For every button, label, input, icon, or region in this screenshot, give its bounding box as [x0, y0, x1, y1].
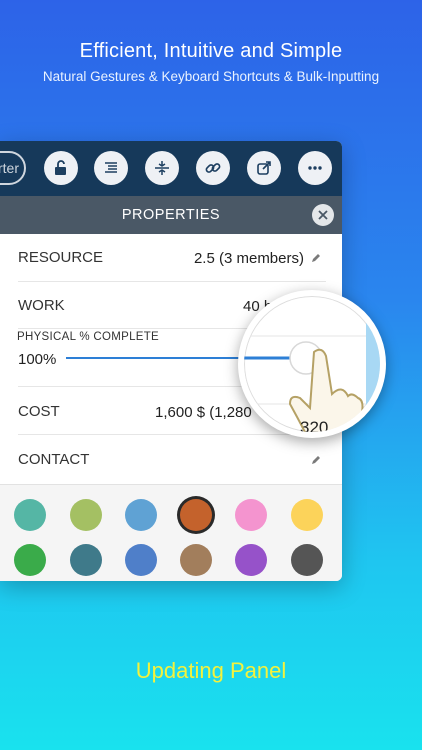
physical-complete-label: PHYSICAL % COMPLETE [17, 331, 160, 343]
toolbar: rter [0, 141, 342, 196]
contact-label: CONTACT [18, 451, 90, 468]
color-palette [0, 484, 342, 581]
pencil-icon[interactable] [310, 252, 322, 264]
cost-label: COST [18, 403, 60, 420]
color-swatch[interactable] [180, 499, 212, 531]
color-swatch[interactable] [125, 544, 157, 576]
color-swatch[interactable] [291, 544, 323, 576]
work-label: WORK [18, 297, 65, 314]
color-swatch[interactable] [291, 499, 323, 531]
link-button[interactable] [196, 151, 230, 185]
indent-icon [105, 162, 117, 173]
indent-button[interactable] [94, 151, 128, 185]
color-swatch[interactable] [70, 499, 102, 531]
resource-label: RESOURCE [18, 249, 104, 266]
physical-complete-value: 100% [18, 351, 57, 368]
magnifier-lens: 320 [238, 290, 386, 438]
headline-title: Efficient, Intuitive and Simple [79, 40, 343, 62]
external-link-icon [257, 161, 271, 175]
contact-row[interactable]: CONTACT [18, 435, 326, 482]
resource-row[interactable]: RESOURCE 2.5 (3 members) [18, 234, 326, 282]
properties-header: PROPERTIES [0, 196, 342, 234]
resource-value: 2.5 (3 members) [193, 250, 304, 267]
magnified-cost-value: 320 [300, 418, 329, 437]
cost-value: 1,600 $ (1,280 [155, 404, 252, 421]
external-link-button[interactable] [247, 151, 281, 185]
close-button[interactable] [312, 204, 334, 226]
color-swatch[interactable] [70, 544, 102, 576]
split-button[interactable] [145, 151, 179, 185]
headline-subtitle: Natural Gestures & Keyboard Shortcuts & … [42, 69, 380, 84]
magnified-slider [244, 296, 380, 432]
pencil-icon[interactable] [310, 454, 322, 466]
color-swatch[interactable] [14, 499, 46, 531]
link-icon [205, 163, 221, 173]
unlock-icon [55, 160, 66, 175]
more-button[interactable] [298, 151, 332, 185]
color-swatch[interactable] [14, 544, 46, 576]
color-swatch[interactable] [125, 499, 157, 531]
caption: Updating Panel [135, 658, 287, 683]
close-icon [318, 210, 328, 220]
color-swatch[interactable] [180, 544, 212, 576]
toolbar-pill-button[interactable]: rter [0, 151, 26, 185]
properties-title: PROPERTIES [121, 207, 221, 223]
color-swatch[interactable] [235, 499, 267, 531]
split-icon [155, 161, 169, 175]
more-icon [308, 166, 322, 170]
unlock-button[interactable] [44, 151, 78, 185]
color-swatch[interactable] [235, 544, 267, 576]
